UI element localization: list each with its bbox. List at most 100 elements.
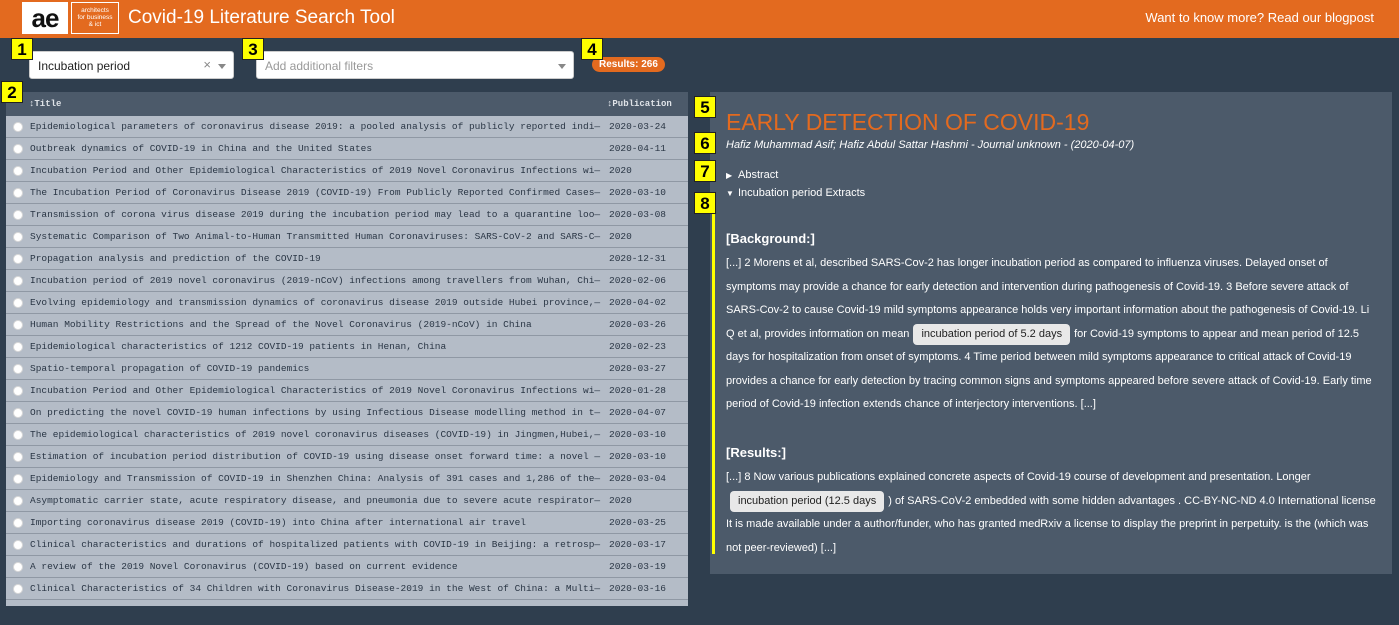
row-publication-date: 2020 [609, 231, 632, 242]
keyword-highlight: incubation period (12.5 days [730, 490, 885, 512]
chevron-down-icon[interactable] [218, 64, 226, 69]
row-radio-button[interactable] [13, 232, 23, 242]
row-title: Asymptomatic carrier state, acute respir… [30, 495, 601, 506]
chevron-down-icon[interactable] [558, 64, 566, 69]
row-title: The epidemiological characteristics of 2… [30, 429, 601, 440]
row-title: Spatio-temporal propagation of COVID-19 … [30, 363, 310, 374]
row-publication-date: 2020-03-10 [609, 451, 667, 462]
row-title: Epidemiological parameters of coronaviru… [30, 121, 601, 132]
row-radio-button[interactable] [13, 254, 23, 264]
row-publication-date: 2020-03-16 [609, 583, 667, 594]
abstract-toggle[interactable]: ▶ Abstract [726, 169, 778, 181]
column-header-title[interactable]: ↕Title [29, 99, 61, 109]
table-row[interactable]: The Incubation Period of Coronavirus Dis… [6, 182, 688, 204]
table-row[interactable]: Incubation Period and Other Epidemiologi… [6, 380, 688, 402]
row-publication-date: 2020-03-27 [609, 363, 667, 374]
results-heading: [Results:] [726, 445, 786, 460]
row-radio-button[interactable] [13, 210, 23, 220]
table-row[interactable]: Incubation Period and Other Epidemiologi… [6, 160, 688, 182]
row-radio-button[interactable] [13, 518, 23, 528]
row-title: Outbreak dynamics of COVID-19 in China a… [30, 143, 373, 154]
row-title: Incubation Period and Other Epidemiologi… [30, 385, 601, 396]
row-radio-button[interactable] [13, 122, 23, 132]
row-radio-button[interactable] [13, 144, 23, 154]
additional-filters-select[interactable]: Add additional filters [256, 51, 574, 79]
row-publication-date: 2020-12-31 [609, 253, 667, 264]
row-radio-button[interactable] [13, 584, 23, 594]
column-header-publication[interactable]: ↕Publication [607, 99, 672, 109]
row-radio-button[interactable] [13, 540, 23, 550]
primary-filter-value: Incubation period [38, 59, 131, 73]
extracts-marker [712, 199, 715, 554]
logo-tagline-line: for business [77, 14, 113, 21]
row-title: The Incubation Period of Coronavirus Dis… [30, 187, 601, 198]
keyword-highlight: incubation period of 5.2 days [913, 323, 1071, 345]
background-paragraph: [...] 2 Morens et al, described SARS-Cov… [726, 252, 1376, 417]
row-radio-button[interactable] [13, 188, 23, 198]
extracts-toggle-label: Incubation period Extracts [738, 187, 866, 199]
row-radio-button[interactable] [13, 166, 23, 176]
row-publication-date: 2020-02-23 [609, 341, 667, 352]
row-radio-button[interactable] [13, 320, 23, 330]
row-radio-button[interactable] [13, 342, 23, 352]
row-radio-button[interactable] [13, 452, 23, 462]
table-row[interactable]: Propagation analysis and prediction of t… [6, 248, 688, 270]
annotation-badge-1: 1 [11, 38, 33, 60]
abstract-toggle-label: Abstract [738, 169, 779, 181]
row-radio-button[interactable] [13, 496, 23, 506]
table-row[interactable]: Systematic Comparison of Two Animal-to-H… [6, 226, 688, 248]
row-publication-date: 2020-02-06 [609, 275, 667, 286]
table-row[interactable]: The epidemiological characteristics of 2… [6, 424, 688, 446]
table-row[interactable]: Clinical Characteristics of 34 Children … [6, 578, 688, 600]
row-publication-date: 2020-03-24 [609, 121, 667, 132]
table-row[interactable]: Spatio-temporal propagation of COVID-19 … [6, 358, 688, 380]
table-row[interactable]: Importing coronavirus disease 2019 (COVI… [6, 512, 688, 534]
document-authors: Hafiz Muhammad Asif; Hafiz Abdul Sattar … [726, 139, 1135, 151]
row-radio-button[interactable] [13, 386, 23, 396]
clear-icon[interactable]: × [203, 57, 211, 72]
table-row[interactable]: A review of the 2019 Novel Coronavirus (… [6, 556, 688, 578]
results-paragraph: [...] 8 Now various publications explain… [726, 466, 1376, 560]
row-radio-button[interactable] [13, 408, 23, 418]
table-row[interactable]: Transmission of corona virus disease 201… [6, 204, 688, 226]
annotation-badge-6: 6 [694, 132, 716, 154]
ae-logo[interactable]: ae [22, 2, 68, 34]
row-title: Clinical characteristics and durations o… [30, 539, 601, 550]
row-publication-date: 2020-04-11 [609, 143, 667, 154]
row-radio-button[interactable] [13, 474, 23, 484]
row-radio-button[interactable] [13, 430, 23, 440]
table-row[interactable]: Evolving epidemiology and transmission d… [6, 292, 688, 314]
table-row[interactable]: Clinical characteristics and durations o… [6, 534, 688, 556]
table-row[interactable]: Epidemiological characteristics of 1212 … [6, 336, 688, 358]
extracts-toggle[interactable]: ▼ Incubation period Extracts [726, 187, 865, 199]
table-row[interactable]: Outbreak dynamics of COVID-19 in China a… [6, 138, 688, 160]
row-title: Epidemiological characteristics of 1212 … [30, 341, 447, 352]
row-title: Systematic Comparison of Two Animal-to-H… [30, 231, 601, 242]
row-radio-button[interactable] [13, 562, 23, 572]
row-radio-button[interactable] [13, 298, 23, 308]
annotation-badge-2: 2 [1, 81, 23, 103]
row-publication-date: 2020-03-26 [609, 319, 667, 330]
row-title: A review of the 2019 Novel Coronavirus (… [30, 561, 458, 572]
row-publication-date: 2020-03-25 [609, 517, 667, 528]
results-table: ↕Title ↕Publication Epidemiological para… [6, 92, 688, 606]
table-row[interactable]: Epidemiological parameters of coronaviru… [6, 116, 688, 138]
row-title: Incubation period of 2019 novel coronavi… [30, 275, 601, 286]
row-radio-button[interactable] [13, 364, 23, 374]
additional-filters-placeholder: Add additional filters [265, 59, 374, 73]
blogpost-link[interactable]: Want to know more? Read our blogpost [1145, 10, 1374, 25]
table-row[interactable]: On predicting the novel COVID-19 human i… [6, 402, 688, 424]
table-row[interactable]: Asymptomatic carrier state, acute respir… [6, 490, 688, 512]
table-row[interactable]: Epidemiology and Transmission of COVID-1… [6, 468, 688, 490]
table-row[interactable]: Human Mobility Restrictions and the Spre… [6, 314, 688, 336]
triangle-down-icon: ▼ [726, 189, 734, 198]
row-publication-date: 2020-03-04 [609, 473, 667, 484]
row-publication-date: 2020-03-10 [609, 429, 667, 440]
table-row[interactable]: Estimation of incubation period distribu… [6, 446, 688, 468]
table-row[interactable]: Incubation period of 2019 novel coronavi… [6, 270, 688, 292]
annotation-badge-7: 7 [694, 160, 716, 182]
row-radio-button[interactable] [13, 276, 23, 286]
row-title: Propagation analysis and prediction of t… [30, 253, 321, 264]
primary-filter-select[interactable]: Incubation period × [29, 51, 234, 79]
annotation-badge-3: 3 [242, 38, 264, 60]
